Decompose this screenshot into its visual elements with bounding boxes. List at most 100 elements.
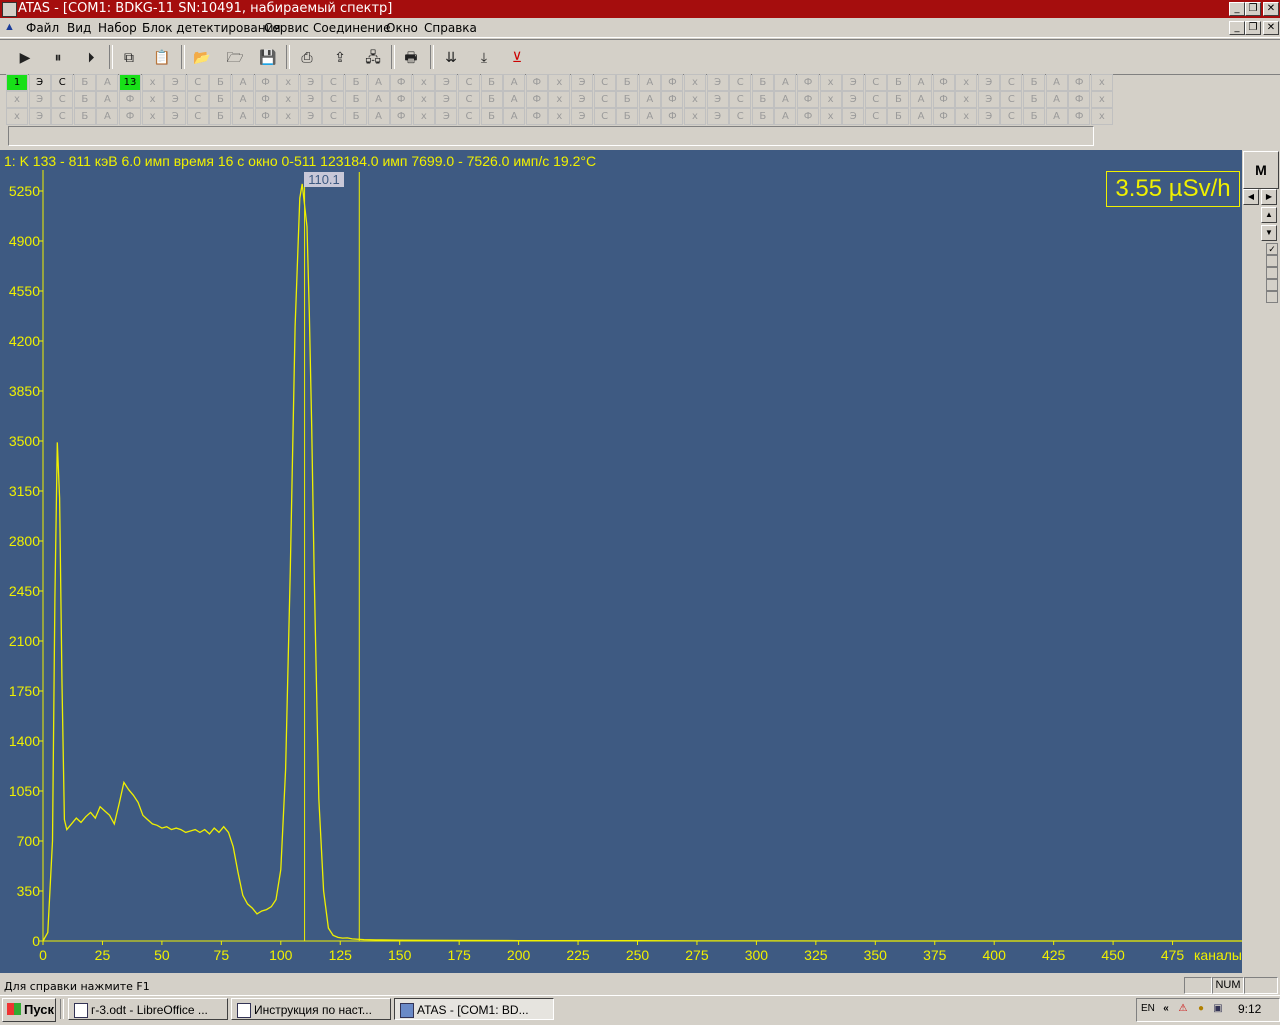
task-instruction[interactable]: Инструкция по наст... (231, 998, 391, 1020)
buffer-cell[interactable]: х (819, 74, 842, 91)
step-play-icon[interactable]: ⏵ (80, 47, 102, 67)
buffer-cell[interactable]: х (141, 74, 164, 91)
buffer-cell[interactable]: Э (977, 91, 1000, 108)
menu-view[interactable]: Вид (67, 21, 91, 35)
buffer-cell[interactable]: Ф (661, 108, 684, 125)
buffer-cell[interactable]: Ф (119, 108, 141, 125)
buffer-cell[interactable]: А (96, 74, 119, 91)
buffer-cell[interactable]: С (593, 74, 616, 91)
marker-down-icon[interactable]: ⤓ (473, 47, 495, 67)
buffer-cell[interactable]: Б (345, 91, 367, 108)
buffer-cell[interactable]: Э (164, 74, 187, 91)
network-icon[interactable]: 🖧 (362, 47, 384, 67)
buffer-cell[interactable]: А (774, 91, 797, 108)
notification-icon[interactable]: ● (1195, 1003, 1207, 1015)
buffer-cell[interactable]: А (638, 108, 661, 125)
buffer-cell[interactable]: х (412, 91, 435, 108)
buffer-cell[interactable]: С (729, 74, 752, 91)
buffer-cell[interactable]: С (458, 108, 480, 125)
buffer-cell[interactable]: С (322, 91, 345, 108)
buffer-cell[interactable]: х (277, 108, 300, 125)
buffer-cell[interactable]: Ф (390, 74, 413, 91)
buffer-cell[interactable]: С (322, 74, 345, 91)
buffer-cell[interactable]: С (458, 91, 480, 108)
buffer-cell[interactable]: Б (209, 108, 232, 125)
buffer-cell[interactable]: Э (571, 91, 593, 108)
buffer-cell[interactable]: А (367, 108, 390, 125)
buffer-cell[interactable]: А (910, 91, 932, 108)
buffer-cell[interactable]: А (232, 108, 254, 125)
buffer-cell[interactable]: Б (887, 108, 910, 125)
buffer-cell[interactable]: Ф (797, 74, 819, 91)
buffer-cell[interactable]: Э (299, 74, 322, 91)
buffer-cell[interactable]: Ф (1068, 108, 1091, 125)
marker-pair-icon[interactable]: ⇊ (440, 47, 462, 67)
buffer-cell[interactable]: х (6, 91, 28, 108)
buffer-cell[interactable]: Ф (525, 108, 548, 125)
buffer-cell[interactable]: Э (435, 91, 458, 108)
buffer-cell[interactable]: Ф (661, 91, 684, 108)
buffer-cell[interactable]: Э (977, 108, 1000, 125)
buffer-cell[interactable]: Ф (525, 91, 548, 108)
buffer-cell[interactable]: х (412, 108, 435, 125)
spectrum-chart[interactable]: 0 350 700 1050 1400 1750 2100 2450 2800 3150 3500 3… (0, 150, 1242, 973)
mdi-minimize-button[interactable]: _ (1229, 21, 1245, 35)
buffer-cell[interactable]: А (503, 74, 526, 91)
buffer-cell[interactable]: Э (571, 74, 593, 91)
buffer-cell[interactable]: А (638, 91, 661, 108)
buffer-cell[interactable]: Ф (1068, 74, 1091, 91)
menu-file[interactable]: Файл (26, 21, 59, 35)
buffer-cell[interactable]: С (186, 91, 209, 108)
scroll-down-icon[interactable]: ▼ (1261, 225, 1277, 241)
buffer-cell[interactable]: х (6, 108, 28, 125)
buffer-cell[interactable]: Э (842, 91, 865, 108)
buffer-cell[interactable]: А (367, 74, 390, 91)
document-icon[interactable]: ▲ (4, 21, 16, 33)
task-atas[interactable]: ATAS - [COM1: BD... (394, 998, 554, 1020)
copy-icon[interactable]: ⧉ (118, 47, 140, 67)
buffer-cell[interactable]: С (864, 74, 887, 91)
buffer-cell[interactable]: С (458, 74, 480, 91)
buffer-cell[interactable]: А (638, 74, 661, 91)
buffer-cell[interactable]: А (774, 74, 797, 91)
buffer-cell[interactable]: А (232, 74, 254, 91)
buffer-cell[interactable]: х (548, 91, 571, 108)
buffer-cell[interactable]: Б (345, 74, 367, 91)
close-button[interactable]: ✕ (1263, 2, 1279, 16)
start-button[interactable]: Пуск (2, 998, 56, 1022)
buffer-cell[interactable]: Э (299, 108, 322, 125)
buffer-cell[interactable]: х (684, 108, 706, 125)
buffer-cell[interactable]: Ф (525, 74, 548, 91)
buffer-cell[interactable]: Б (345, 108, 367, 125)
scroll-up-icon[interactable]: ▲ (1261, 207, 1277, 223)
buffer-cell[interactable]: А (1045, 91, 1068, 108)
buffer-description-field[interactable] (8, 126, 1094, 146)
buffer-cell[interactable]: Ф (932, 74, 955, 91)
play-icon[interactable]: ▶ (14, 47, 36, 67)
buffer-cell[interactable]: Ф (932, 108, 955, 125)
buffer-cell[interactable]: С (1000, 91, 1023, 108)
buffer-cell[interactable]: Ф (661, 74, 684, 91)
menu-service[interactable]: Сервис (264, 21, 309, 35)
scroll-left-icon[interactable]: ◀ (1243, 189, 1259, 205)
paste-icon[interactable]: 📋 (151, 47, 173, 67)
buffer-cell[interactable]: С (729, 108, 752, 125)
buffer-cell[interactable]: А (503, 91, 526, 108)
buffer-cell[interactable]: Б (480, 74, 503, 91)
buffer-cell[interactable]: х (141, 108, 164, 125)
app-icon[interactable] (2, 2, 17, 17)
buffer-cell[interactable]: х (819, 108, 842, 125)
buffer-cell[interactable]: А (96, 91, 119, 108)
buffer-cell[interactable]: Б (887, 74, 910, 91)
warning-icon[interactable]: ⚠ (1177, 1003, 1189, 1015)
network-status-icon[interactable]: ▣ (1212, 1003, 1224, 1015)
buffer-cell[interactable]: х (955, 74, 978, 91)
buffer-cell[interactable]: Ф (797, 91, 819, 108)
buffer-cell[interactable]: С (51, 74, 74, 91)
buffer-cell[interactable]: х (277, 74, 300, 91)
buffer-cell[interactable]: Ф (254, 74, 277, 91)
buffer-cell[interactable]: С (51, 91, 74, 108)
buffer-cell[interactable]: С (186, 108, 209, 125)
menu-window[interactable]: Окно (386, 21, 418, 35)
printer-setup-icon[interactable]: ⎙ (296, 47, 318, 67)
